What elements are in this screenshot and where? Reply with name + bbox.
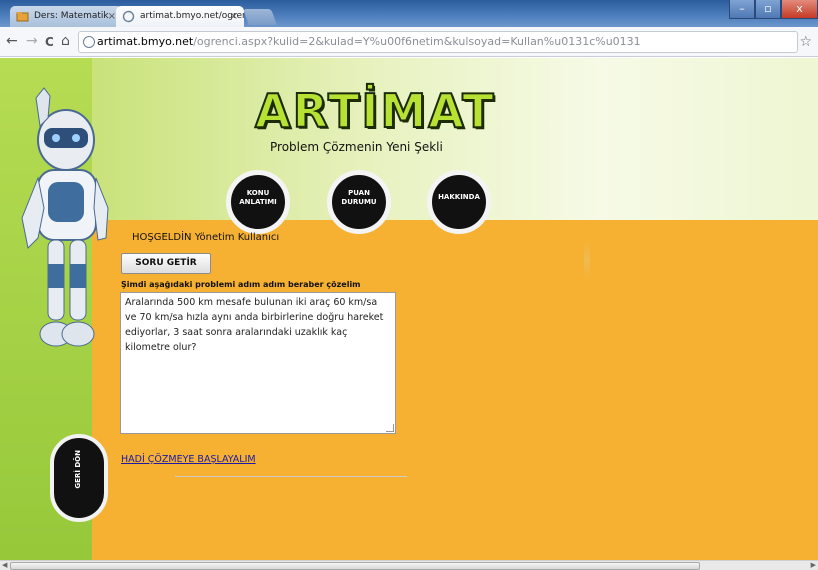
address-bar[interactable]: artimat.bmyo.net/ogrenci.aspx?kulid=2&ku… [78, 31, 798, 53]
divider [175, 476, 407, 477]
resize-grip-icon[interactable] [386, 424, 394, 432]
welcome-message: HOŞGELDİN Yönetim Kullanıcı [132, 232, 279, 243]
back-nav-button[interactable]: GERİ DÖN [50, 434, 108, 522]
address-path: /ogrenci.aspx?kulid=2&kulad=Y%u00f6netim… [193, 35, 641, 48]
folder-favicon-icon [16, 10, 29, 23]
browser-toolbar: ← → C ⌂ artimat.bmyo.net/ogrenci.aspx?ku… [0, 27, 818, 57]
site-logo: ARTİMAT [254, 83, 496, 139]
site-slogan: Problem Çözmenin Yeni Şekli [270, 140, 443, 154]
nav-label-line2: ANLATIMI [239, 198, 277, 206]
nav-puan-durumu[interactable]: PUAN DURUMU [327, 170, 391, 234]
scroll-right-icon[interactable]: ▶ [811, 561, 816, 569]
browser-window: Ders: Matematik × artimat.bmyo.net/ogren… [0, 0, 818, 570]
back-button[interactable]: ← [6, 33, 18, 49]
instruction-text: Şimdi aşağıdaki problemi adım adım berab… [121, 280, 361, 289]
question-textarea[interactable]: Aralarında 500 km mesafe bulunan iki ara… [120, 292, 396, 434]
minimize-button[interactable]: – [729, 0, 755, 19]
tab-close-icon[interactable]: × [230, 6, 238, 27]
nav-label-line1: KONU [246, 189, 270, 197]
back-nav-label: GERİ DÖN [74, 450, 82, 489]
page-viewport: ARTİMAT Problem Çözmenin Yeni Şekli KONU… [0, 58, 818, 560]
tab-close-icon[interactable]: × [108, 6, 116, 27]
nav-konu-anlatimi[interactable]: KONU ANLATIMI [226, 170, 290, 234]
nav-hakkinda[interactable]: HAKKINDA [427, 170, 491, 234]
get-question-button[interactable]: SORU GETİR [121, 253, 211, 274]
address-host: artimat.bmyo.net [97, 35, 194, 48]
reload-button[interactable]: C [45, 35, 54, 49]
decorative-strip [584, 240, 590, 280]
bookmark-star-icon[interactable]: ☆ [799, 34, 812, 50]
scroll-thumb[interactable] [10, 562, 700, 570]
nav-label-line1: PUAN [348, 189, 370, 197]
page-favicon-icon [122, 10, 135, 23]
new-tab-button[interactable] [243, 9, 277, 25]
title-bar: Ders: Matematik × artimat.bmyo.net/ogren… [0, 0, 818, 27]
forward-button[interactable]: → [26, 33, 38, 49]
globe-icon [83, 36, 95, 48]
tab-label: artimat.bmyo.net/ogrenci.a [140, 11, 244, 21]
question-text: Aralarında 500 km mesafe bulunan iki ara… [125, 297, 384, 353]
start-solving-link[interactable]: HADİ ÇÖZMEYE BAŞLAYALIM [121, 454, 256, 465]
tab-ders-matematik[interactable]: Ders: Matematik × [10, 6, 122, 27]
robot-mascot-icon [14, 78, 114, 438]
nav-label-line2: DURUMU [341, 198, 377, 206]
close-window-button[interactable]: x [781, 0, 818, 19]
horizontal-scrollbar[interactable]: ◀ ▶ [0, 560, 818, 570]
home-button[interactable]: ⌂ [61, 33, 70, 49]
welcome-user: Yönetim Kullanıcı [194, 232, 280, 243]
tab-artimat[interactable]: artimat.bmyo.net/ogrenci.a × [116, 6, 244, 27]
tab-label: Ders: Matematik [34, 11, 109, 21]
maximize-button[interactable]: ▫ [755, 0, 781, 19]
welcome-prefix: HOŞGELDİN [132, 232, 192, 243]
scroll-left-icon[interactable]: ◀ [2, 561, 7, 569]
nav-label-line1: HAKKINDA [438, 193, 480, 201]
